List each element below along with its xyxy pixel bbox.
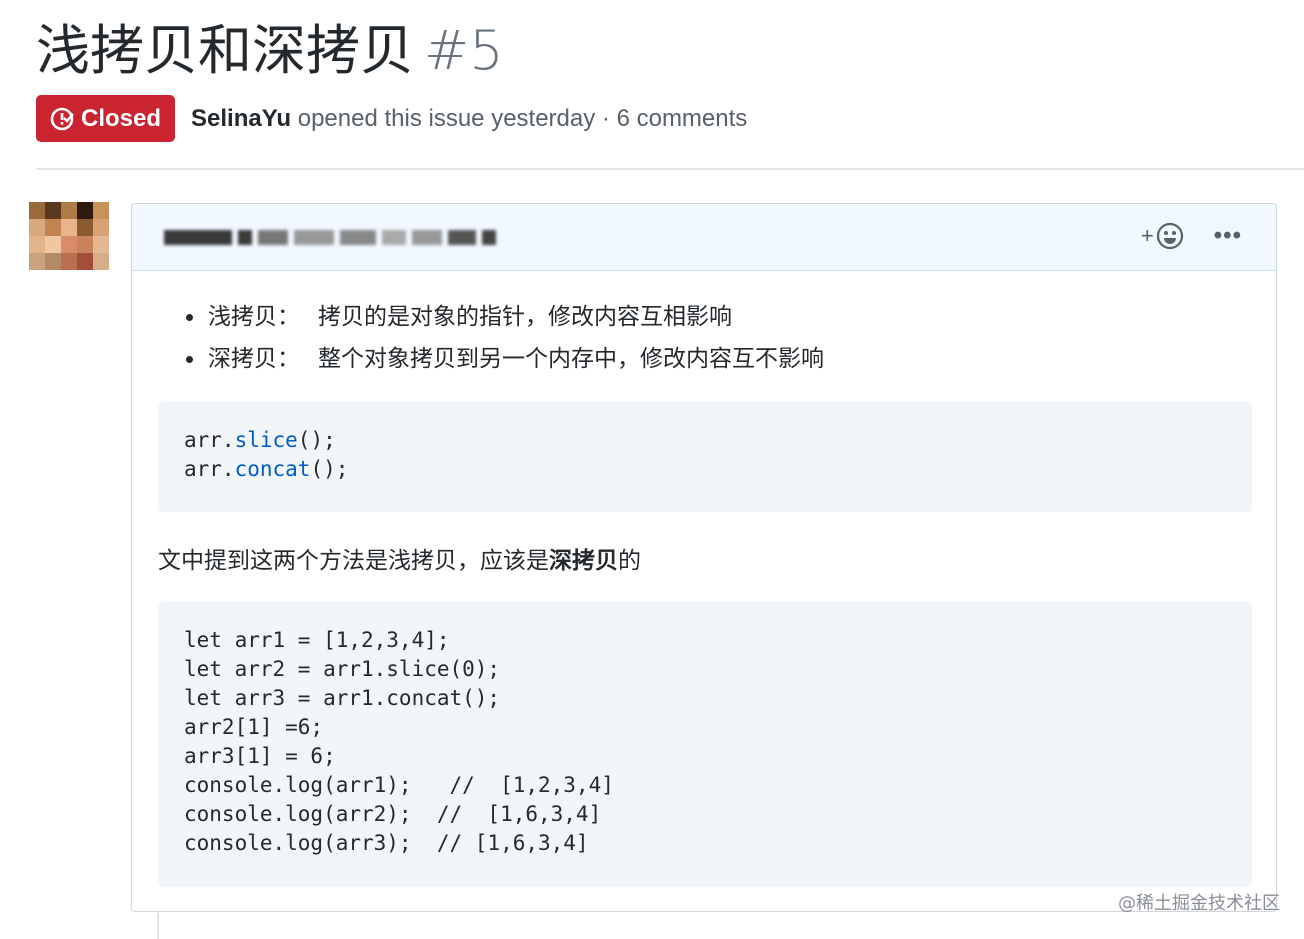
issue-number: #5: [424, 19, 504, 82]
issue-title: 浅拷贝和深拷贝 #5: [36, 18, 504, 84]
smiley-icon: [1156, 222, 1183, 250]
code-line: arr.concat();: [184, 457, 348, 481]
header-divider: [36, 168, 1304, 170]
comment-header: + •••: [132, 204, 1276, 271]
code-fn-token: slice: [234, 428, 298, 452]
bullet-term: 深拷贝：: [208, 346, 300, 372]
code-token: ();: [297, 428, 336, 452]
issue-meta: Closed SelinaYu opened this issue yester…: [36, 95, 747, 142]
status-badge: Closed: [36, 95, 176, 142]
reaction-plus: +: [1140, 223, 1154, 248]
bullet-desc: 拷贝的是对象的指针，修改内容互相影响: [318, 304, 732, 330]
comment-paragraph: 文中提到这两个方法是浅拷贝，应该是深拷贝的: [158, 541, 641, 575]
avatar[interactable]: [29, 202, 109, 270]
status-label: Closed: [81, 104, 162, 132]
meta-action: opened this issue yesterday · 6 comments: [291, 104, 748, 132]
code-block-methods: arr.slice(); arr.concat();: [158, 402, 1252, 512]
bullet-term: 浅拷贝：: [208, 304, 300, 330]
more-options-button[interactable]: •••: [1214, 224, 1242, 248]
list-item: 浅拷贝： 拷贝的是对象的指针，修改内容互相影响: [206, 296, 824, 338]
code-line: arr.slice();: [184, 428, 336, 452]
paragraph-bold: 深拷贝: [549, 548, 618, 574]
code-fn-token: concat: [234, 457, 311, 481]
timeline-line: [157, 913, 159, 939]
paragraph-suffix: 的: [618, 548, 641, 574]
comment-box: + ••• 浅拷贝： 拷贝的是对象的指针，修改内容互相影响 深拷贝： 整个对象拷贝到…: [131, 203, 1277, 912]
definition-list: 浅拷贝： 拷贝的是对象的指针，修改内容互相影响 深拷贝： 整个对象拷贝到另一个内存中…: [178, 296, 824, 380]
issue-closed-icon: [50, 107, 74, 130]
issue-meta-text: SelinaYu opened this issue yesterday · 6…: [191, 105, 747, 133]
code-token: ();: [310, 457, 349, 481]
code-block-example: let arr1 = [1,2,3,4]; let arr2 = arr1.sl…: [158, 602, 1252, 887]
bullet-desc: 整个对象拷贝到另一个内存中，修改内容互不影响: [318, 346, 824, 372]
code-token: arr.: [184, 457, 235, 481]
list-item: 深拷贝： 整个对象拷贝到另一个内存中，修改内容互不影响: [206, 338, 824, 380]
blurred-comment-author: [164, 230, 496, 245]
add-reaction-button[interactable]: +: [1141, 222, 1184, 250]
issue-title-text: 浅拷贝和深拷贝: [36, 19, 414, 82]
comment-actions: + •••: [1141, 222, 1242, 250]
watermark: @稀土掘金技术社区: [1118, 893, 1280, 914]
code-token: arr.: [184, 428, 235, 452]
author-link[interactable]: SelinaYu: [191, 105, 291, 132]
paragraph-text: 文中提到这两个方法是浅拷贝，应该是: [158, 548, 549, 574]
